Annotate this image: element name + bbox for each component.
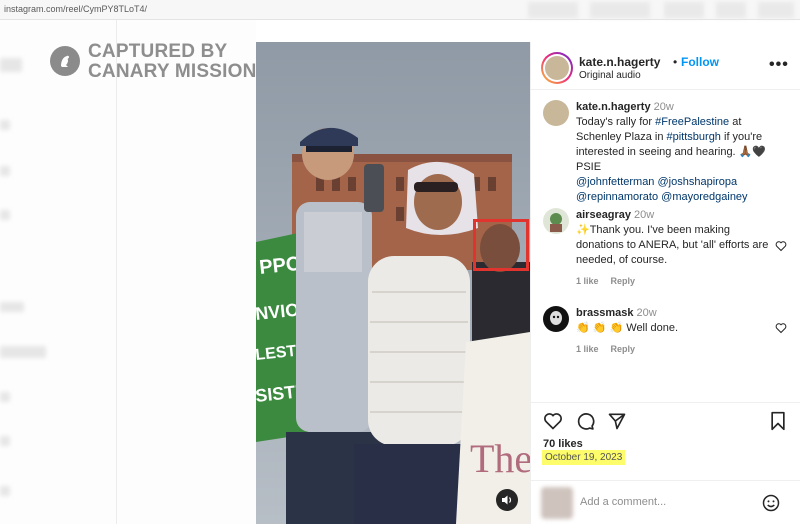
post-date: October 19, 2023 [542, 450, 626, 465]
audio-label[interactable]: Original audio [579, 70, 641, 81]
blurred-region [528, 2, 578, 18]
like-comment-heart-icon[interactable] [775, 240, 787, 252]
canary-logo-icon [50, 46, 80, 76]
post-header: kate.n.hagerty • Follow Original audio •… [531, 42, 800, 90]
post-panel: kate.n.hagerty • Follow Original audio •… [530, 42, 800, 524]
comment-time: 20w [634, 209, 655, 221]
author-username[interactable]: kate.n.hagerty [579, 55, 660, 69]
add-comment-row: Add a comment... [531, 480, 800, 524]
comment-likes[interactable]: 1 like [576, 344, 599, 354]
reel-video[interactable]: PPORT NVIOLENT LESTINIAN SISTN The [256, 42, 530, 524]
blurred-region [590, 2, 650, 18]
audio-toggle-button[interactable] [496, 489, 518, 511]
svg-text:The: The [470, 436, 530, 481]
comment-meta: 1 like Reply [576, 276, 647, 286]
caption-text-part: Today's rally for [576, 116, 656, 128]
comment-likes[interactable]: 1 like [576, 276, 599, 286]
speaker-icon [502, 495, 512, 505]
caption-time: 20w [653, 101, 674, 113]
caption-text: kate.n.hagerty 20w Today's rally for #Fre… [576, 100, 776, 205]
comment-text: airseagray 20w ✨Thank you. I've been maki… [576, 208, 776, 268]
separator-dot: • [673, 55, 678, 69]
mention-link[interactable]: @johnfetterman [576, 176, 654, 188]
blurred-region [664, 2, 704, 18]
caption-avatar[interactable] [543, 100, 569, 126]
comment-text: brassmask 20w 👏 👏 👏 Well done. [576, 306, 776, 336]
emoji-icon[interactable] [761, 493, 781, 513]
faded-element [0, 210, 10, 220]
add-comment-input[interactable]: Add a comment... [580, 496, 666, 508]
follow-button[interactable]: Follow [681, 55, 719, 69]
faded-element [0, 346, 46, 358]
bookmark-icon[interactable] [769, 411, 787, 431]
divider [116, 20, 117, 524]
blurred-region [758, 2, 794, 18]
faded-element [0, 486, 10, 496]
more-options-icon[interactable]: ••• [769, 56, 789, 74]
reply-button[interactable]: Reply [611, 344, 636, 354]
faded-element [0, 120, 10, 130]
blurred-region [716, 2, 746, 18]
caption-username[interactable]: kate.n.hagerty [576, 101, 651, 113]
background-page [0, 20, 256, 524]
mention-link[interactable]: @repinnamorato [576, 191, 658, 203]
comment-time: 20w [636, 307, 657, 319]
browser-url-bar[interactable]: instagram.com/reel/CymPY8TLoT4/ [0, 0, 800, 20]
hashtag-link[interactable]: #pittsburgh [667, 131, 721, 143]
faded-element [0, 58, 22, 72]
faded-element [0, 166, 10, 176]
share-icon[interactable] [607, 411, 627, 431]
commenter-username[interactable]: brassmask [576, 307, 634, 319]
mention-link[interactable]: @joshshapiropa [658, 176, 738, 188]
likes-count[interactable]: 70 likes [543, 438, 583, 450]
author-avatar[interactable] [541, 52, 573, 84]
watermark-line-1: CAPTURED BY [88, 41, 228, 62]
comment-meta: 1 like Reply [576, 344, 647, 354]
faded-element [0, 436, 10, 446]
watermark-line-2: CANARY MISSION [88, 61, 257, 82]
url-text[interactable]: instagram.com/reel/CymPY8TLoT4/ [4, 4, 147, 14]
mention-link[interactable]: @mayoredgainey [661, 191, 747, 203]
highlight-box [473, 219, 529, 271]
post-actions [531, 402, 800, 432]
video-frame: PPORT NVIOLENT LESTINIAN SISTN The [256, 42, 530, 524]
current-user-avatar [541, 487, 573, 519]
commenter-avatar[interactable] [543, 208, 569, 234]
faded-element [0, 302, 24, 312]
faded-element [0, 392, 10, 402]
heart-icon[interactable] [543, 411, 563, 431]
like-comment-heart-icon[interactable] [775, 322, 787, 334]
commenter-avatar[interactable] [543, 306, 569, 332]
hashtag-link[interactable]: #FreePalestine [655, 116, 729, 128]
watermark-text: CAPTURED BY CANARY MISSION [88, 42, 257, 82]
comment-icon[interactable] [575, 411, 595, 431]
comment-body: ✨Thank you. I've been making donations t… [576, 224, 769, 266]
reply-button[interactable]: Reply [611, 276, 636, 286]
comment-body: 👏 👏 👏 Well done. [576, 322, 679, 334]
commenter-username[interactable]: airseagray [576, 209, 631, 221]
